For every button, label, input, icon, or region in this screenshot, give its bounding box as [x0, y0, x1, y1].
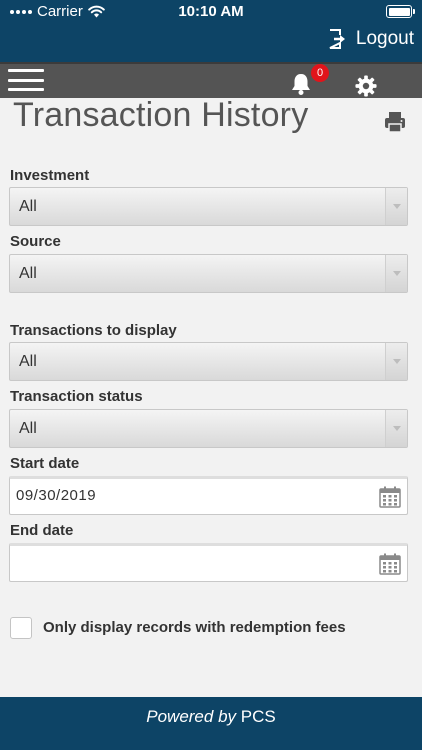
app-header: Logout: [0, 24, 422, 62]
calendar-icon[interactable]: [379, 486, 401, 508]
nav-bar: [0, 62, 422, 98]
transaction-status-value: All: [19, 420, 37, 437]
investment-label: Investment: [10, 167, 90, 184]
bell-icon[interactable]: [290, 72, 312, 96]
investment-value: All: [19, 198, 37, 215]
logout-label: Logout: [355, 28, 414, 49]
redemption-fees-label[interactable]: Only display records with redemption fee…: [43, 619, 346, 636]
start-date-value: 09/30/2019: [16, 487, 97, 504]
source-select[interactable]: All: [9, 254, 408, 293]
chevron-down-icon: [385, 343, 407, 380]
battery-icon: [386, 5, 415, 18]
transactions-to-display-label: Transactions to display: [10, 322, 177, 339]
powered-by-label: Powered by: [146, 707, 237, 726]
notification-badge: 0: [311, 64, 329, 82]
start-date-label: Start date: [10, 455, 80, 472]
logout-icon: [329, 29, 345, 49]
source-label: Source: [10, 233, 61, 250]
transactions-to-display-select[interactable]: All: [9, 342, 408, 381]
brand-label: PCS: [240, 707, 276, 726]
end-date-label: End date: [10, 522, 74, 539]
redemption-fees-checkbox[interactable]: [10, 617, 32, 639]
print-icon[interactable]: [383, 110, 407, 134]
gear-icon[interactable]: [355, 75, 377, 97]
clock: 10:10 AM: [178, 3, 244, 20]
chevron-down-icon: [385, 188, 407, 225]
source-value: All: [19, 265, 37, 282]
chevron-down-icon: [385, 410, 407, 447]
transaction-status-label: Transaction status: [10, 388, 143, 405]
menu-icon[interactable]: [8, 69, 44, 91]
end-date-input[interactable]: [9, 543, 408, 582]
transactions-to-display-value: All: [19, 353, 37, 370]
start-date-input[interactable]: 09/30/2019: [9, 476, 408, 515]
chevron-down-icon: [385, 255, 407, 292]
investment-select[interactable]: All: [9, 187, 408, 226]
page-title: Transaction History: [13, 96, 309, 134]
status-bar: Carrier 10:10 AM: [0, 0, 422, 24]
transaction-status-select[interactable]: All: [9, 409, 408, 448]
footer: Powered by PCS: [0, 697, 422, 750]
logout-button[interactable]: Logout: [328, 28, 414, 50]
calendar-icon[interactable]: [379, 553, 401, 575]
